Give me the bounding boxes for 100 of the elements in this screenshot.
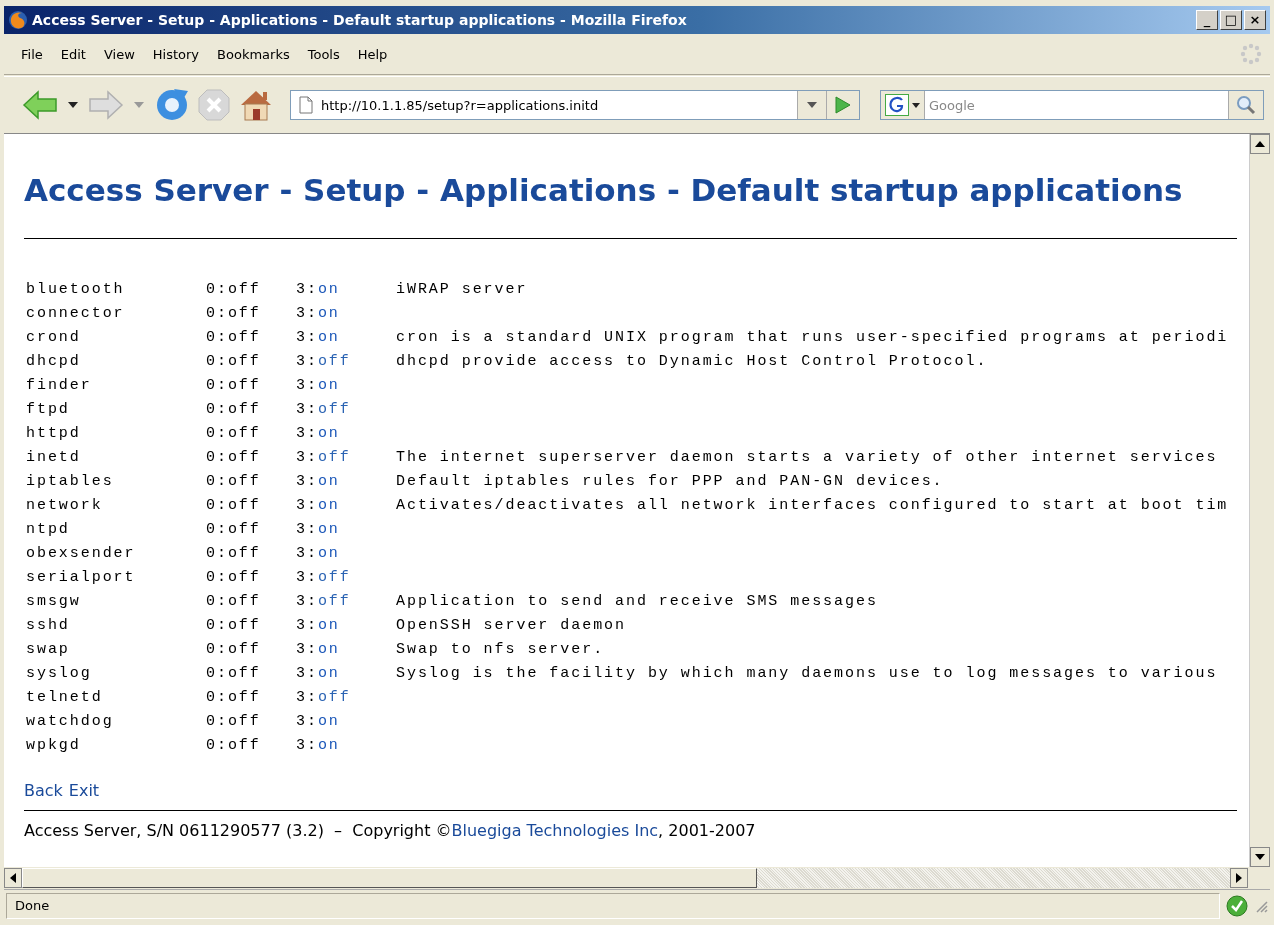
runlevel-status: 0:off — [206, 328, 262, 346]
toggle-link[interactable]: on — [317, 520, 340, 538]
service-name: ftpd — [25, 400, 71, 418]
minimize-button[interactable]: _ — [1196, 10, 1218, 30]
service-name: telnetd — [25, 688, 104, 706]
search-input[interactable]: Google — [925, 97, 1228, 113]
runlevel-status: 0:off — [206, 304, 262, 322]
resize-grip-icon[interactable] — [1254, 899, 1268, 913]
toggle-link[interactable]: on — [317, 376, 340, 394]
service-name: finder — [25, 376, 93, 394]
reload-icon[interactable] — [154, 87, 190, 123]
runlevel-label: 3: — [296, 496, 318, 514]
service-name: syslog — [25, 664, 93, 682]
service-name: watchdog — [25, 712, 115, 730]
service-name: connector — [25, 304, 126, 322]
runlevel-label: 3: — [296, 664, 318, 682]
runlevel-label: 3: — [296, 280, 318, 298]
runlevel-label: 3: — [296, 568, 318, 586]
nav-link[interactable]: Exit — [68, 781, 100, 800]
service-name: network — [25, 496, 104, 514]
menu-item[interactable]: Bookmarks — [208, 44, 299, 64]
address-bar[interactable]: http://10.1.1.85/setup?r=applications.initd — [290, 90, 860, 120]
runlevel-label: 3: — [296, 448, 318, 466]
toggle-link[interactable]: on — [317, 664, 340, 682]
menu-item[interactable]: File — [12, 44, 52, 64]
scroll-down-icon[interactable] — [1250, 847, 1270, 867]
service-description: cron is a standard UNIX program that runs user-specified programs at periodi — [396, 328, 1229, 346]
runlevel-status: 0:off — [206, 448, 262, 466]
toggle-link[interactable]: on — [317, 280, 340, 298]
service-name: httpd — [25, 424, 82, 442]
runlevel-status: 0:off — [206, 712, 262, 730]
toggle-link[interactable]: on — [317, 424, 340, 442]
toggle-link[interactable]: on — [317, 736, 340, 754]
service-description: Activates/deactivates all network interfaces configured to start at boot tim — [396, 496, 1229, 514]
search-engine-button[interactable] — [881, 91, 925, 119]
throbber-icon — [1240, 43, 1262, 65]
menu-item[interactable]: Edit — [51, 44, 95, 64]
scroll-up-icon[interactable] — [1250, 134, 1270, 154]
toggle-link[interactable]: on — [317, 496, 340, 514]
toggle-link[interactable]: off — [317, 592, 351, 610]
service-name: serialport — [25, 568, 137, 586]
toggle-link[interactable]: on — [317, 616, 340, 634]
caret-icon[interactable] — [68, 102, 78, 108]
scroll-left-icon[interactable] — [4, 868, 22, 888]
runlevel-status: 0:off — [206, 592, 262, 610]
menu-item[interactable]: Tools — [298, 44, 349, 64]
service-name: smsgw — [25, 592, 82, 610]
go-button[interactable] — [826, 91, 859, 119]
toggle-link[interactable]: off — [317, 400, 351, 418]
toggle-link[interactable]: on — [317, 712, 340, 730]
service-name: dhcpd — [25, 352, 82, 370]
menu-item[interactable]: History — [143, 44, 209, 64]
check-icon — [1226, 895, 1248, 917]
runlevel-label: 3: — [296, 592, 318, 610]
back-arrow-icon[interactable] — [22, 89, 58, 121]
menu-item[interactable]: View — [94, 44, 144, 64]
toggle-link[interactable]: on — [317, 544, 340, 562]
toggle-link[interactable]: off — [317, 688, 351, 706]
runlevel-label: 3: — [296, 736, 318, 754]
runlevel-label: 3: — [296, 640, 318, 658]
letter-g-icon — [885, 94, 909, 116]
search-icon — [1236, 95, 1256, 115]
footer-text: Access Server, S/N 0611290577 (3.2) – Copyright © — [24, 821, 452, 840]
runlevel-status: 0:off — [206, 544, 262, 562]
company-link[interactable]: Bluegiga Technologies Inc — [451, 821, 659, 840]
service-description: Default iptables rules for PPP and PAN-GN devices. — [396, 472, 944, 490]
runlevel-status: 0:off — [206, 424, 262, 442]
service-name: swap — [25, 640, 71, 658]
runlevel-status: 0:off — [206, 400, 262, 418]
toggle-link[interactable]: off — [317, 352, 351, 370]
runlevel-label: 3: — [296, 712, 318, 730]
toggle-link[interactable]: off — [317, 568, 351, 586]
scroll-right-icon[interactable] — [1230, 868, 1248, 888]
search-button[interactable] — [1228, 91, 1263, 119]
service-name: obexsender — [25, 544, 137, 562]
service-name: sshd — [25, 616, 71, 634]
address-field[interactable]: http://10.1.1.85/setup?r=applications.initd — [321, 97, 797, 113]
toggle-link[interactable]: on — [317, 640, 340, 658]
toggle-link[interactable]: on — [317, 304, 340, 322]
service-description: Syslog is the facility by which many daemons use to log messages to various — [396, 664, 1218, 682]
service-name: iptables — [25, 472, 115, 490]
runlevel-label: 3: — [296, 520, 318, 538]
search-field[interactable]: Google — [880, 90, 1264, 120]
toggle-link[interactable]: off — [317, 448, 351, 466]
runlevel-status: 0:off — [206, 640, 262, 658]
caret-icon — [807, 102, 817, 108]
toggle-link[interactable]: on — [317, 328, 340, 346]
runlevel-label: 3: — [296, 472, 318, 490]
service-description: dhcpd provide access to Dynamic Host Control Protocol. — [396, 352, 988, 370]
close-button[interactable]: × — [1244, 10, 1266, 30]
nav-link[interactable]: Back — [24, 781, 63, 800]
service-name: wpkgd — [25, 736, 82, 754]
menu-item[interactable]: Help — [348, 44, 397, 64]
service-description: Swap to nfs server. — [396, 640, 605, 658]
runlevel-label: 3: — [296, 400, 318, 418]
maximize-button[interactable]: □ — [1220, 10, 1242, 30]
toggle-link[interactable]: on — [317, 472, 340, 490]
dropdown-button[interactable] — [797, 91, 826, 119]
runlevel-label: 3: — [296, 616, 318, 634]
service-name: crond — [25, 328, 82, 346]
